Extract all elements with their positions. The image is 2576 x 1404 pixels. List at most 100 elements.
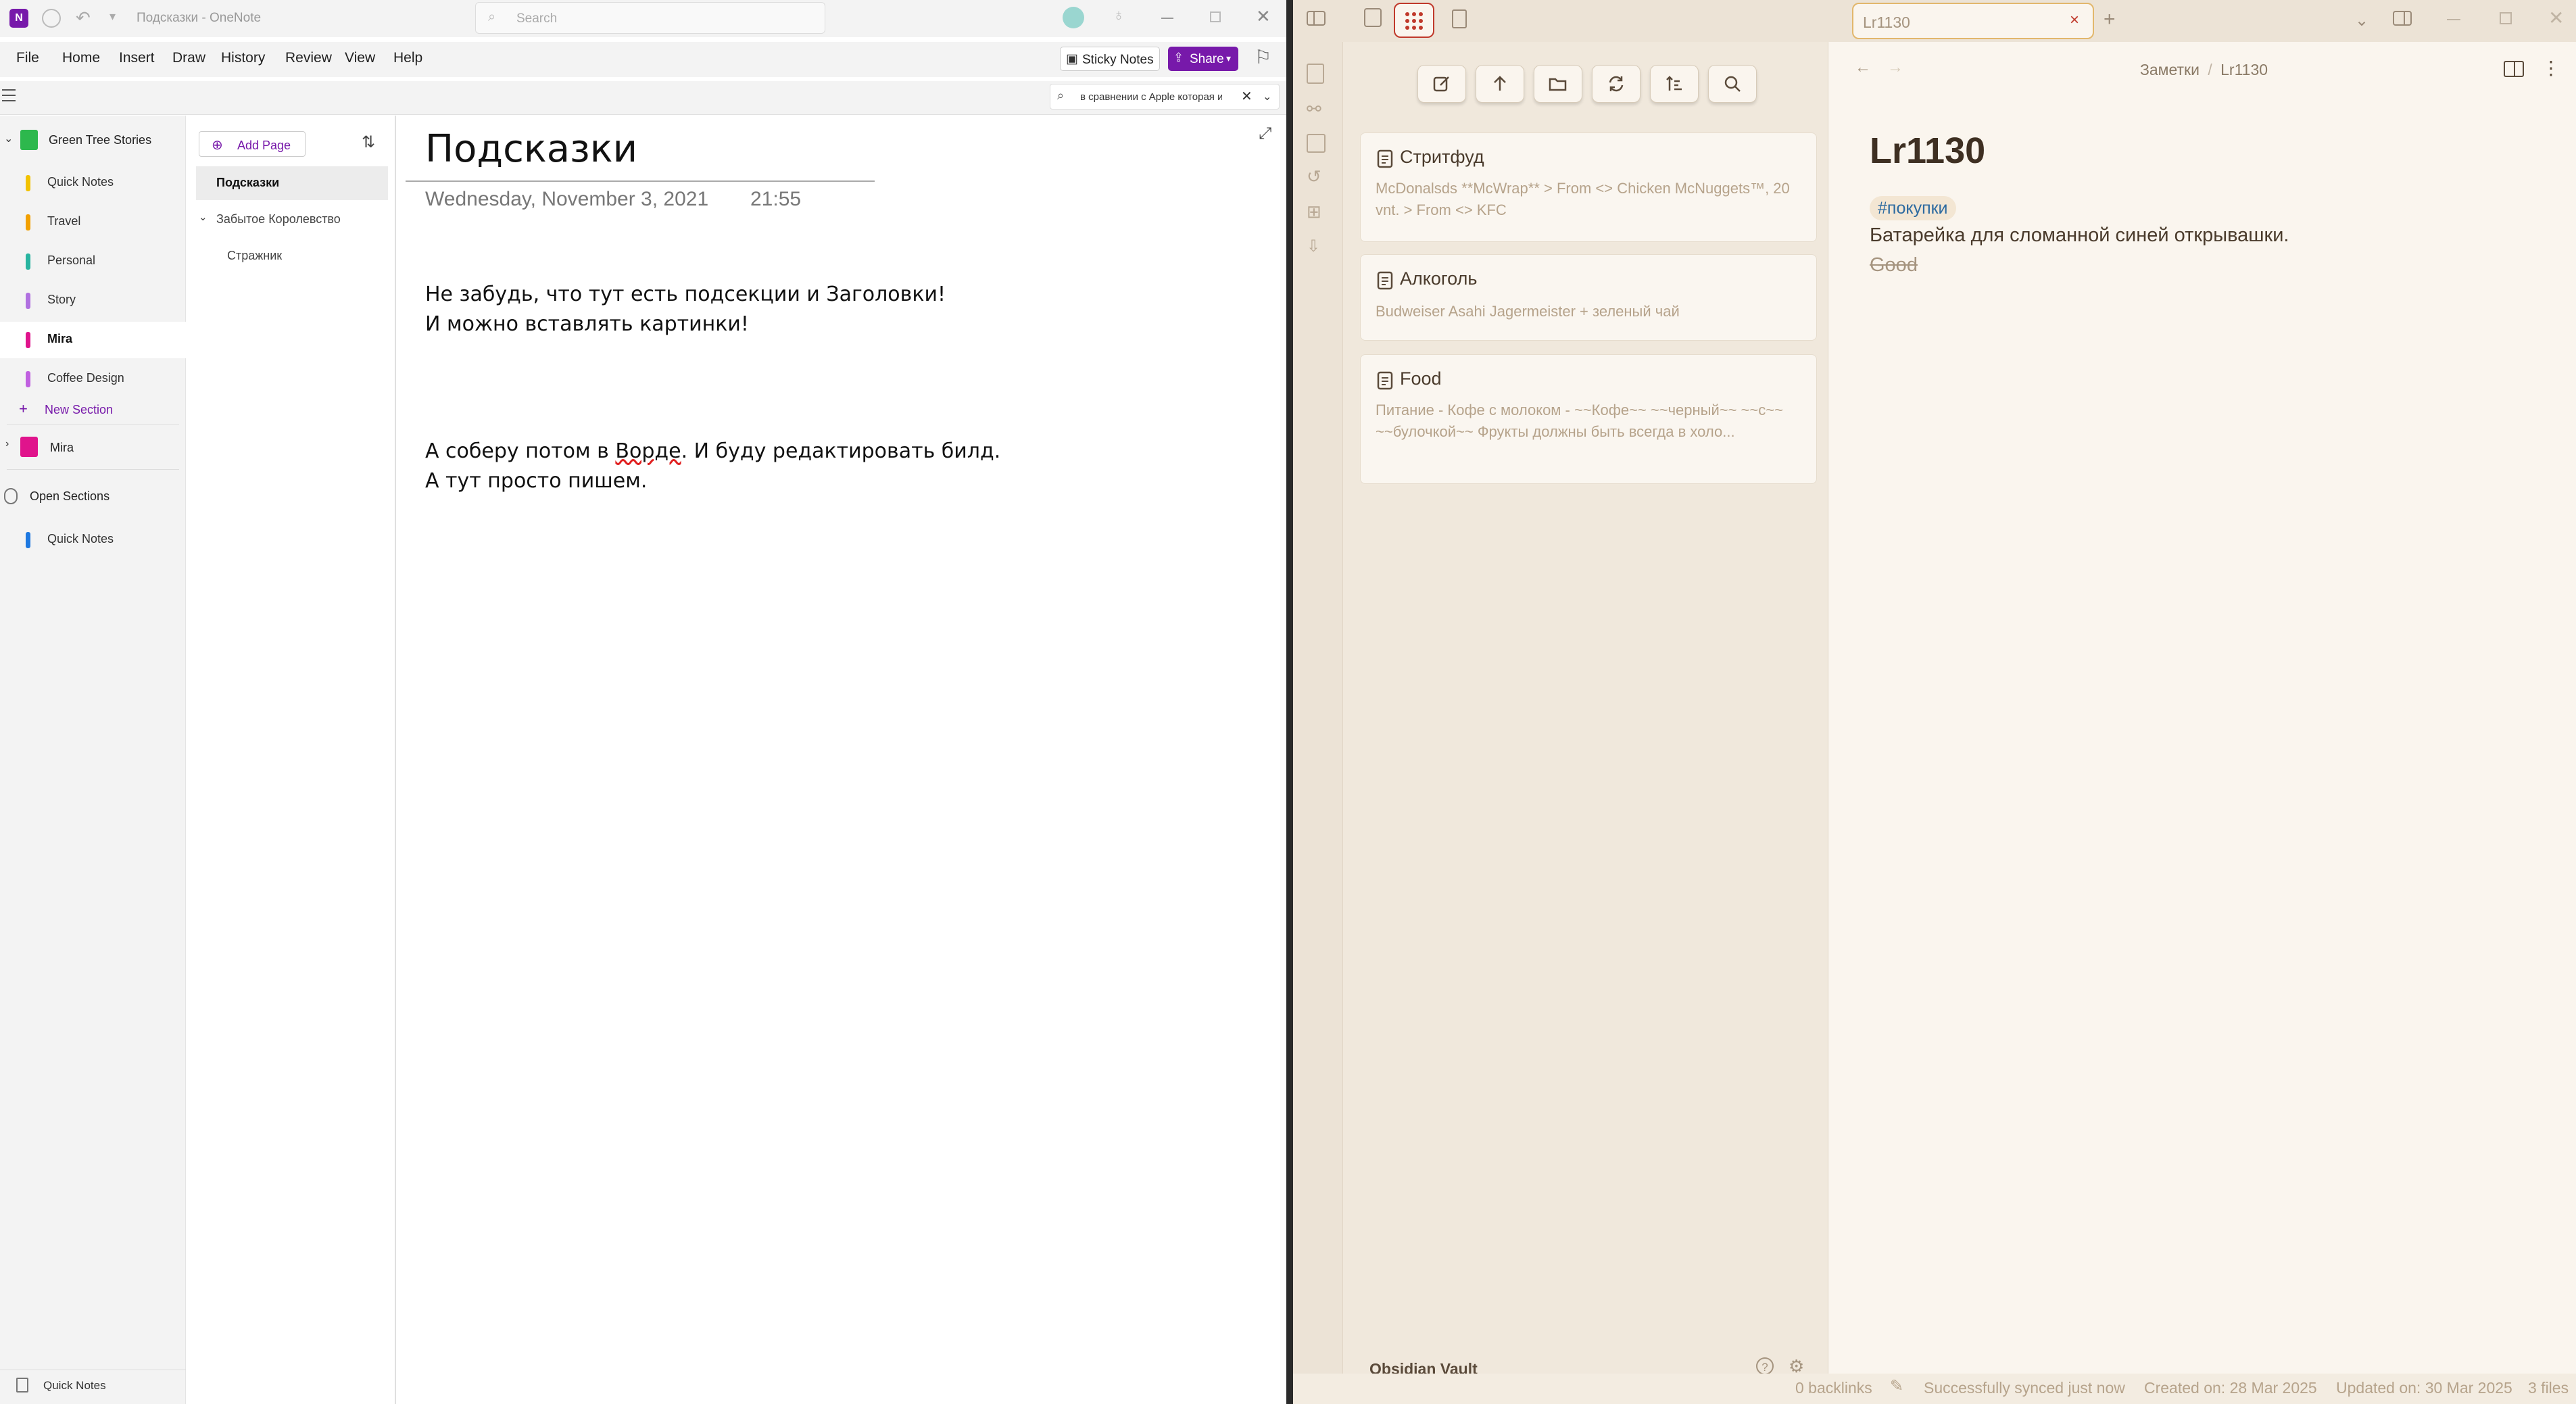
sticky-notes-button[interactable]: ▣ Sticky Notes (1060, 47, 1160, 71)
active-tab[interactable]: Lr1130 × (1852, 3, 2094, 39)
file-explorer-icon[interactable] (1364, 8, 1382, 27)
section-quick-notes[interactable]: Quick Notes (0, 165, 186, 201)
undo-icon[interactable]: ↶ (76, 7, 91, 28)
misspelled-word: Ворде (615, 439, 681, 463)
note-line[interactable]: А соберу потом в Ворде. И буду редактиро… (425, 439, 1000, 463)
reading-view-icon[interactable] (2504, 61, 2524, 77)
page-item[interactable]: Забытое Королевство (216, 212, 341, 226)
sort-button[interactable] (1650, 65, 1699, 103)
share-button[interactable]: ⇪ Share ▾ (1168, 47, 1238, 71)
section-coffee-design[interactable]: Coffee Design (0, 361, 186, 397)
import-icon[interactable]: ⇩ (1307, 237, 1320, 256)
section-travel[interactable]: Travel (0, 204, 186, 241)
struck-text[interactable]: Good (1870, 254, 1918, 276)
copilot-icon[interactable] (1063, 7, 1084, 28)
open-sections-label[interactable]: Open Sections (30, 489, 110, 504)
divider (7, 469, 179, 470)
note-card[interactable]: Алкоголь Budweiser Asahi Jagermeister + … (1360, 254, 1817, 341)
expand-icon[interactable]: ⤢ (1259, 124, 1271, 143)
footer-quick-notes[interactable]: Quick Notes (43, 1379, 106, 1393)
maximize-icon[interactable] (1210, 11, 1221, 22)
open-section-quick-notes[interactable]: Quick Notes (0, 522, 186, 558)
minimize-icon[interactable] (1161, 18, 1173, 19)
minimize-icon[interactable] (2447, 19, 2460, 20)
backlinks-count[interactable]: 0 backlinks (1795, 1379, 1872, 1397)
help-icon[interactable]: ? (1756, 1357, 1774, 1375)
tag-pill[interactable]: #покупки (1870, 196, 1956, 220)
note-title[interactable]: Lr1130 (1870, 130, 1985, 172)
note-file-icon (1377, 371, 1393, 390)
close-icon[interactable]: ✕ (1256, 6, 1271, 27)
page-title[interactable]: Подсказки (425, 127, 637, 171)
section-mira[interactable]: Mira (0, 322, 186, 358)
history-icon[interactable]: ↺ (1307, 166, 1321, 187)
note-line[interactable]: И можно вставлять картинки! (425, 312, 749, 336)
section-personal[interactable]: Personal (0, 243, 186, 280)
close-window-icon[interactable]: ✕ (2548, 7, 2564, 29)
find-input[interactable]: в сравнении с Apple которая им (1080, 91, 1222, 103)
menu-draw[interactable]: Draw (172, 50, 205, 66)
lightbulb-icon[interactable]: ♁ (1113, 6, 1125, 25)
page-item[interactable]: Подсказки (216, 176, 279, 190)
note-card[interactable]: Стритфуд McDonalsds **McWrap** > From <>… (1360, 132, 1817, 242)
notebook-name[interactable]: Green Tree Stories (49, 133, 151, 147)
chevron-down-icon[interactable]: ⌄ (4, 132, 13, 145)
canvas-icon[interactable] (1307, 134, 1326, 153)
hamburger-icon[interactable] (2, 89, 16, 101)
search-icon: ⌕ (488, 9, 496, 24)
page-canvas[interactable] (397, 116, 1286, 1404)
breadcrumb-folder[interactable]: Заметки (2140, 61, 2200, 78)
upload-button[interactable] (1476, 65, 1524, 103)
back-icon[interactable] (42, 9, 61, 28)
new-tab-icon[interactable]: + (2104, 8, 2116, 31)
note-body[interactable]: Батарейка для сломанной синей открывашки… (1870, 224, 2289, 247)
notebook-mira[interactable]: Mira (50, 441, 74, 455)
card-preview: McDonalsds **McWrap** > From <> Chicken … (1376, 180, 1790, 218)
onenote-logo-icon: N (9, 9, 28, 28)
menu-review[interactable]: Review (285, 50, 332, 66)
sort-icon[interactable]: ⇅ (362, 132, 375, 152)
nav-forward-icon[interactable]: → (1887, 58, 1903, 77)
section-label: Coffee Design (47, 371, 124, 385)
graph-icon[interactable]: ⚯ (1307, 99, 1321, 120)
menu-file[interactable]: File (16, 50, 39, 66)
find-box[interactable]: ⌕ в сравнении с Apple которая им ✕ ⌄ (1050, 84, 1280, 110)
maximize-icon[interactable] (2500, 12, 2512, 24)
search-box[interactable]: ⌕ Search (475, 2, 825, 34)
window-divider[interactable] (1286, 0, 1293, 1404)
clear-find-icon[interactable]: ✕ (1241, 88, 1253, 105)
bookmark-icon[interactable] (1452, 9, 1467, 28)
new-note-button[interactable] (1417, 65, 1466, 103)
breadcrumb-note[interactable]: Lr1130 (2220, 61, 2268, 78)
page-item[interactable]: Стражник (227, 249, 282, 263)
qat-dropdown-icon[interactable]: ▾ (110, 9, 116, 24)
chevron-down-icon[interactable]: ⌄ (199, 211, 208, 223)
refresh-button[interactable] (1592, 65, 1641, 103)
switcher-icon[interactable] (1307, 64, 1324, 84)
menu-help[interactable]: Help (393, 50, 422, 66)
close-tab-icon[interactable]: × (2070, 11, 2079, 30)
comments-icon[interactable]: ⚐ (1255, 46, 1271, 68)
search-button[interactable] (1708, 65, 1757, 103)
note-line[interactable]: А тут просто пишем. (425, 469, 647, 493)
section-story[interactable]: Story (0, 283, 186, 319)
add-page-button[interactable]: ⊕ Add Page (199, 131, 306, 157)
note-line[interactable]: Не забудь, что тут есть подсекции и Заго… (425, 283, 946, 306)
note-card[interactable]: Food Питание - Кофе с молоком - ~~Кофе~~… (1360, 354, 1817, 484)
tab-list-icon[interactable]: ⌄ (2355, 11, 2368, 30)
sync-status[interactable]: Successfully synced just now (1924, 1379, 2125, 1397)
menu-history[interactable]: History (221, 50, 265, 66)
chevron-right-icon[interactable]: › (5, 438, 9, 450)
open-folder-button[interactable] (1534, 65, 1582, 103)
share-icon: ⇪ (1173, 51, 1184, 64)
right-sidebar-toggle-icon[interactable] (2393, 11, 2412, 26)
apps-icon[interactable]: ⊞ (1307, 201, 1321, 222)
more-options-icon[interactable]: ⋮ (2542, 57, 2560, 79)
menu-insert[interactable]: Insert (119, 50, 155, 66)
find-options-icon[interactable]: ⌄ (1263, 90, 1271, 103)
menu-view[interactable]: View (345, 50, 375, 66)
menu-home[interactable]: Home (62, 50, 100, 66)
grid-view-button[interactable] (1394, 3, 1434, 38)
sidebar-toggle-icon[interactable] (1307, 11, 1326, 26)
nav-back-icon[interactable]: ← (1855, 58, 1871, 77)
